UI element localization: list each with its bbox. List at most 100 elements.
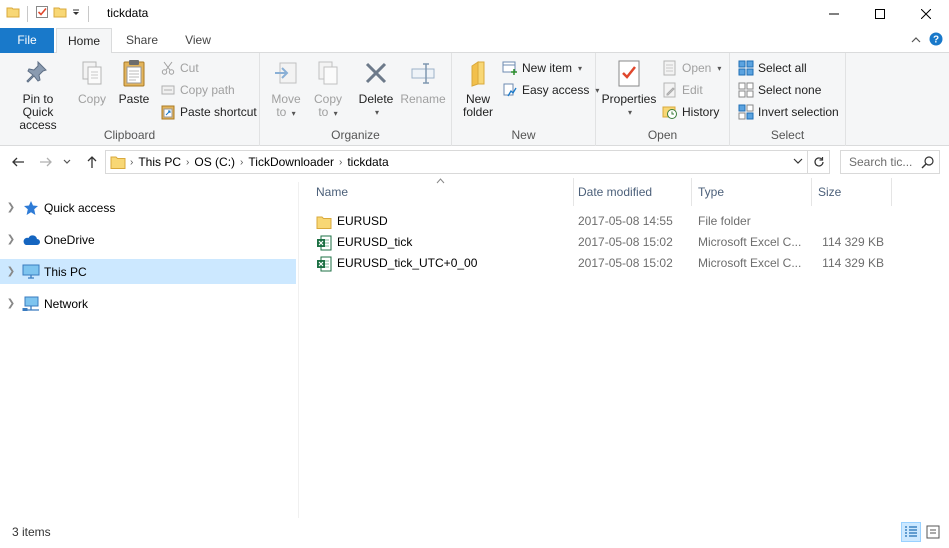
move-to-button[interactable]: Move to ▾ xyxy=(268,57,304,120)
file-size xyxy=(814,211,884,232)
search-icon[interactable] xyxy=(921,155,935,172)
edit-button[interactable]: Edit xyxy=(662,80,703,100)
select-all-button[interactable]: Select all xyxy=(738,58,807,78)
address-folder-icon xyxy=(110,154,126,170)
invert-selection-button[interactable]: Invert selection xyxy=(738,102,839,122)
delete-dropdown-icon: ▾ xyxy=(374,108,379,117)
tab-view[interactable]: View xyxy=(172,28,224,53)
nav-item-quick-access[interactable]: ❯ Quick access xyxy=(0,195,296,220)
breadcrumb-tickdownloader[interactable]: TickDownloader xyxy=(243,155,339,169)
column-header-size[interactable]: Size xyxy=(812,178,892,206)
column-header-name[interactable]: Name xyxy=(310,178,574,206)
cloud-icon xyxy=(22,232,40,248)
edit-label: Edit xyxy=(682,83,703,97)
file-row[interactable]: EURUSD 2017-05-08 14:55 File folder xyxy=(300,211,949,232)
refresh-button[interactable] xyxy=(808,150,830,174)
new-folder-button[interactable]: New folder xyxy=(458,57,498,119)
delete-button[interactable]: Delete ▾ xyxy=(356,57,396,119)
refresh-icon xyxy=(813,157,824,167)
properties-check-icon[interactable] xyxy=(35,5,49,22)
column-header-type[interactable]: Type xyxy=(692,178,812,206)
file-type: Microsoft Excel C... xyxy=(698,235,802,249)
folder-icon xyxy=(316,214,332,230)
back-button[interactable] xyxy=(8,152,28,172)
nav-item-label: This PC xyxy=(44,264,87,279)
chevron-down-icon xyxy=(63,159,71,164)
nav-item-network[interactable]: ❯ Network xyxy=(0,291,296,316)
minimize-button[interactable] xyxy=(811,0,857,28)
copy-path-button[interactable]: Copy path xyxy=(160,80,235,100)
file-size: 114 329 KB xyxy=(822,256,884,270)
back-arrow-icon xyxy=(12,157,24,167)
help-icon[interactable]: ? xyxy=(929,32,943,49)
up-arrow-icon xyxy=(87,156,97,168)
close-button[interactable] xyxy=(903,0,949,28)
tab-home[interactable]: Home xyxy=(56,28,112,54)
copy-to-button[interactable]: Copy to ▾ xyxy=(310,57,346,120)
nav-item-this-pc[interactable]: ❯ This PC xyxy=(0,259,296,284)
file-name: EURUSD_tick_UTC+0_00 xyxy=(337,256,478,270)
chevron-right-icon[interactable]: ❯ xyxy=(0,266,22,277)
details-view-button[interactable] xyxy=(901,522,921,542)
tab-share[interactable]: Share xyxy=(116,28,168,53)
invert-selection-label: Invert selection xyxy=(758,105,839,119)
open-button[interactable]: Open ▾ xyxy=(662,58,721,78)
paste-shortcut-button[interactable]: Paste shortcut xyxy=(160,102,257,122)
new-folder-icon[interactable] xyxy=(53,5,67,22)
easy-access-button[interactable]: Easy access ▾ xyxy=(502,80,599,100)
history-icon xyxy=(662,104,678,120)
nav-item-onedrive[interactable]: ❯ OneDrive xyxy=(0,227,296,252)
invert-selection-icon xyxy=(738,104,754,120)
pin-label-1: Pin to Quick xyxy=(22,92,54,119)
breadcrumb-os-c[interactable]: OS (C:) xyxy=(189,155,240,169)
copy-path-icon xyxy=(160,82,176,98)
history-button[interactable]: History xyxy=(662,102,719,122)
breadcrumb-this-pc[interactable]: This PC xyxy=(133,155,186,169)
file-size: 114 329 KB xyxy=(822,235,884,249)
copy-icon xyxy=(76,57,108,89)
search-input[interactable] xyxy=(841,151,917,173)
properties-icon xyxy=(613,57,645,89)
collapse-ribbon-icon[interactable] xyxy=(911,34,921,48)
star-icon xyxy=(22,200,40,216)
select-none-button[interactable]: Select none xyxy=(738,80,821,100)
select-none-label: Select none xyxy=(758,83,822,97)
computer-icon xyxy=(22,264,40,280)
tab-file[interactable]: File xyxy=(0,28,54,53)
chevron-right-icon[interactable]: ❯ xyxy=(0,298,22,309)
copy-label: Copy xyxy=(77,92,106,106)
clipboard-group: Pin to Quick access Copy Paste Cut Copy … xyxy=(0,53,260,146)
chevron-right-icon[interactable]: ❯ xyxy=(0,202,22,213)
forward-button[interactable] xyxy=(36,152,56,172)
up-button[interactable] xyxy=(82,152,102,172)
properties-button[interactable]: Properties ▾ xyxy=(602,57,656,119)
status-bar: 3 items xyxy=(0,518,949,548)
file-row[interactable]: EURUSD_tick 2017-05-08 15:02 Microsoft E… xyxy=(300,232,949,253)
address-history-chevron-icon[interactable] xyxy=(792,155,804,170)
search-box[interactable] xyxy=(840,150,940,174)
recent-locations-button[interactable] xyxy=(60,152,74,172)
rename-button[interactable]: Rename xyxy=(400,57,446,106)
copy-button[interactable]: Copy xyxy=(74,57,110,106)
file-name: EURUSD_tick xyxy=(337,235,413,249)
cut-button[interactable]: Cut xyxy=(160,58,199,78)
chevron-right-icon[interactable]: ❯ xyxy=(0,234,22,245)
nav-item-label: Network xyxy=(44,296,89,311)
file-type: Microsoft Excel C... xyxy=(698,256,802,270)
paste-icon xyxy=(118,57,150,89)
window-title: tickdata xyxy=(107,6,149,20)
pin-to-quick-access-button[interactable]: Pin to Quick access xyxy=(6,57,70,132)
maximize-button[interactable] xyxy=(857,0,903,28)
delete-x-icon xyxy=(360,57,392,89)
clipboard-group-label: Clipboard xyxy=(103,128,156,142)
paste-button[interactable]: Paste xyxy=(114,57,154,106)
new-item-button[interactable]: New item ▾ xyxy=(502,58,582,78)
customize-toolbar-dropdown-icon[interactable] xyxy=(71,7,81,21)
file-row[interactable]: EURUSD_tick_UTC+0_00 2017-05-08 15:02 Mi… xyxy=(300,253,949,274)
easy-access-label: Easy access xyxy=(522,83,590,97)
ribbon-tabs: File Home Share View ? xyxy=(0,28,949,54)
column-header-date-modified[interactable]: Date modified xyxy=(572,178,692,206)
large-icons-view-button[interactable] xyxy=(923,522,943,542)
address-bar[interactable]: › This PC › OS (C:) › TickDownloader › t… xyxy=(105,150,808,174)
breadcrumb-tickdata[interactable]: tickdata xyxy=(342,155,393,169)
